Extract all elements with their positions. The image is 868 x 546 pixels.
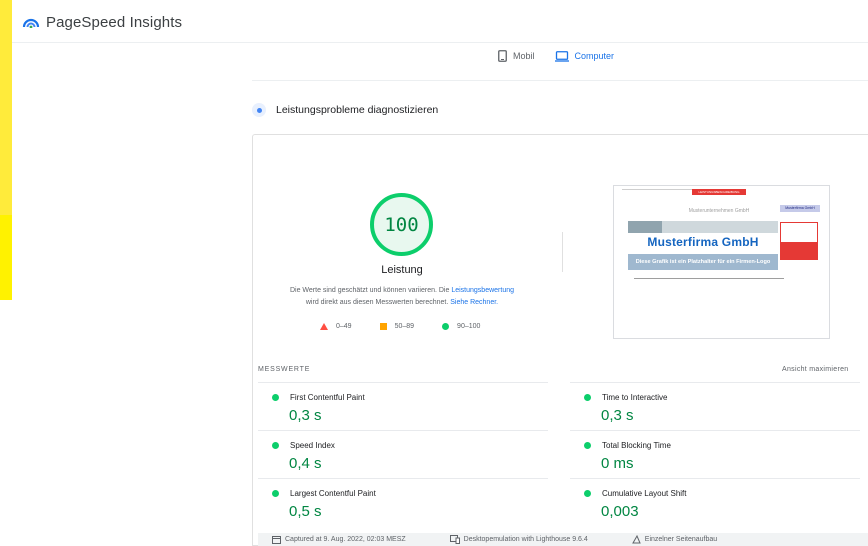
diagnose-title: Leistungsprobleme diagnostizieren	[276, 104, 439, 116]
legend-fail-label: 0–49	[336, 323, 352, 330]
footer-emulation-text: Desktopemulation with Lighthouse 9.6.4	[463, 536, 588, 543]
score-legend: 0–49 50–89 90–100	[320, 323, 508, 330]
screenshot-side-label: Musterfirma GmbH	[780, 205, 820, 212]
tab-mobile-label: Mobil	[513, 51, 535, 61]
metric-value: 0 ms	[601, 455, 634, 472]
legend-average-label: 50–89	[394, 323, 415, 330]
app-header: PageSpeed Insights	[22, 10, 182, 34]
expand-view-toggle[interactable]: Ansicht maximieren	[782, 366, 848, 373]
mobile-phone-icon	[498, 50, 507, 62]
note-text-1: Die Werte sind geschätzt und können vari…	[289, 287, 450, 294]
note-text-2: wird direkt aus diesen Messwerten berech…	[305, 299, 449, 306]
tab-computer[interactable]: Computer	[554, 50, 615, 62]
footer-load-text: Einzelner Seitenaufbau	[644, 536, 718, 543]
link-performance-rating[interactable]: Leistungsbewertung	[451, 287, 514, 294]
footer-load: Einzelner Seitenaufbau	[631, 535, 718, 544]
metric-tti: Time to Interactive 0,3 s	[570, 382, 860, 428]
square-icon	[379, 323, 387, 330]
header-divider	[12, 42, 868, 43]
footer-captured-text: Captured at 9. Aug. 2022, 02:03 MESZ	[285, 536, 406, 543]
triangle-icon	[320, 323, 328, 330]
tab-mobile[interactable]: Mobil	[498, 50, 535, 62]
legend-pass: 90–100	[442, 323, 480, 330]
metric-value: 0,3 s	[601, 407, 634, 424]
pass-dot-icon	[584, 490, 591, 497]
legend-fail: 0–49	[320, 323, 352, 330]
metric-label: Cumulative Layout Shift	[602, 489, 687, 498]
screenshot-band-left	[628, 221, 662, 233]
pass-dot-icon	[584, 442, 591, 449]
screenshot-red-tab: LEISTUNGSBESCHREIBUNG	[692, 189, 746, 195]
app-title[interactable]: PageSpeed Insights	[46, 14, 182, 31]
final-screenshot[interactable]: LEISTUNGSBESCHREIBUNG Musterunternehmen …	[613, 185, 830, 339]
metric-fcp: First Contentful Paint 0,3 s	[258, 382, 548, 428]
pass-dot-icon	[272, 394, 279, 401]
pass-dot-icon	[584, 394, 591, 401]
performance-label: Leistung	[381, 264, 423, 276]
metric-label: Largest Contentful Paint	[290, 489, 376, 498]
device-emulation-icon	[449, 535, 460, 544]
screenshot-banner-text: Diese Grafik ist ein Platzhalter für ein…	[635, 259, 771, 265]
pass-dot-icon	[272, 490, 279, 497]
screenshot-menu-red	[780, 242, 818, 260]
metric-label: First Contentful Paint	[290, 393, 365, 402]
pagespeed-logo-icon[interactable]	[22, 16, 40, 28]
desktop-computer-icon	[554, 50, 569, 62]
metric-label: Speed Index	[290, 441, 335, 450]
single-page-load-icon	[631, 535, 641, 544]
legend-average: 50–89	[379, 323, 415, 330]
calendar-icon	[272, 536, 281, 544]
link-calculator[interactable]: Siehe Rechner.	[450, 299, 498, 306]
device-tabs: Mobil Computer	[498, 50, 634, 62]
metric-speed-index: Speed Index 0,4 s	[258, 430, 548, 476]
metric-label: Time to Interactive	[602, 393, 668, 402]
legend-pass-label: 90–100	[457, 323, 481, 330]
diagnose-icon	[252, 103, 266, 117]
tab-computer-label: Computer	[574, 51, 615, 61]
screenshot-subtitle: Musterunternehmen GmbH	[688, 208, 750, 214]
metric-value: 0,5 s	[289, 503, 322, 520]
metric-cls: Cumulative Layout Shift 0,003	[570, 478, 860, 524]
left-accent-strip	[0, 0, 12, 300]
footer-captured: Captured at 9. Aug. 2022, 02:03 MESZ	[272, 535, 406, 544]
metric-label: Total Blocking Time	[602, 441, 671, 450]
metric-lcp: Largest Contentful Paint 0,5 s	[258, 478, 548, 524]
score-note: Die Werte sind geschätzt und können vari…	[262, 285, 542, 309]
screenshot-brand: Musterfirma GmbH	[647, 235, 759, 249]
pass-dot-icon	[272, 442, 279, 449]
performance-score-value: 100	[384, 213, 419, 236]
metric-tbt: Total Blocking Time 0 ms	[570, 430, 860, 476]
metric-value: 0,3 s	[289, 407, 322, 424]
tabs-divider	[252, 80, 868, 81]
metric-value: 0,003	[601, 503, 639, 520]
screenshot-footer-line	[634, 278, 784, 281]
metrics-heading: MESSWERTE	[258, 366, 311, 373]
runtime-settings-footer: Captured at 9. Aug. 2022, 02:03 MESZ Des…	[258, 533, 868, 546]
circle-icon	[442, 323, 450, 330]
section-divider	[562, 232, 563, 272]
performance-score-gauge: 100	[370, 193, 433, 256]
diagnose-section-header: Leistungsprobleme diagnostizieren	[252, 103, 438, 117]
metric-value: 0,4 s	[289, 455, 322, 472]
footer-emulation: Desktopemulation with Lighthouse 9.6.4	[449, 535, 588, 544]
